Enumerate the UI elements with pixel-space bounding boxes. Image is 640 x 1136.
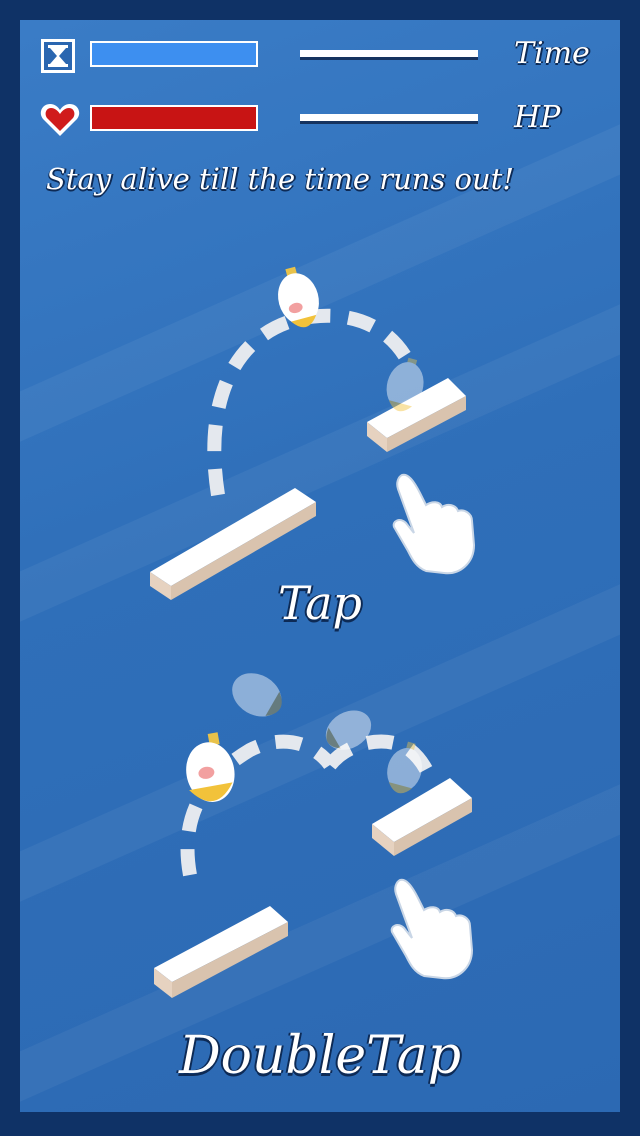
character-ghost-icon <box>232 673 282 717</box>
hand-pointer-icon <box>390 878 474 980</box>
tap-jump-arc <box>207 308 419 497</box>
tutorial-scene <box>150 266 476 998</box>
game-panel: Time HP Stay alive till the time runs ou… <box>20 20 620 1112</box>
doubletap-target-platform <box>372 778 472 856</box>
hand-pointer-icon <box>392 473 476 575</box>
doubletap-label: DoubleTap <box>178 1026 462 1086</box>
tap-label: Tap <box>278 576 362 630</box>
doubletap-start-platform <box>154 906 288 998</box>
character-icon <box>186 732 235 802</box>
